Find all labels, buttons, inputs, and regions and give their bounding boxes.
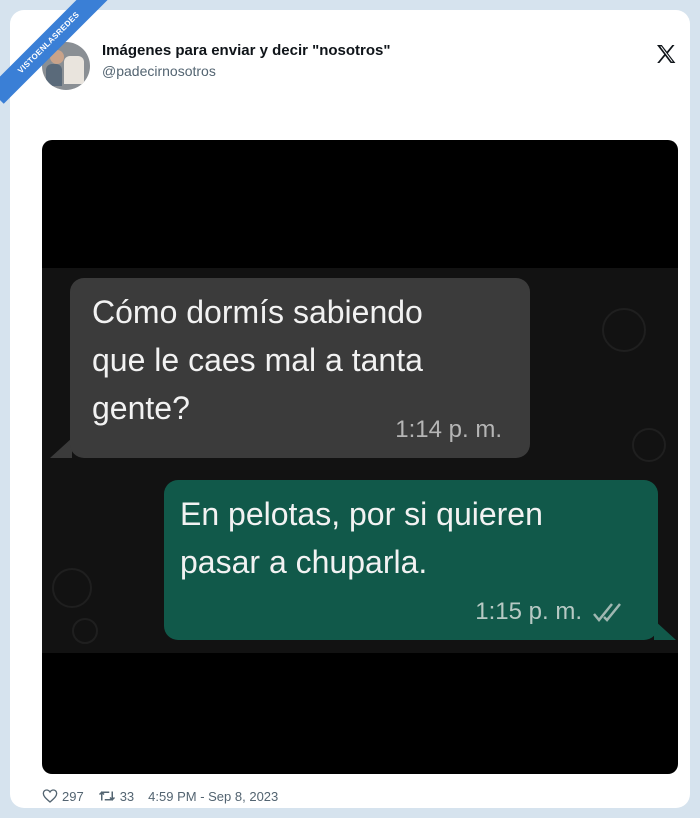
x-logo-icon[interactable] <box>654 42 678 66</box>
retweet-count: 33 <box>119 788 135 804</box>
watermark-ribbon: VISTOENLASREDES <box>0 0 110 104</box>
tweet-image[interactable]: Cómo dormís sabiendo que le caes mal a t… <box>42 140 678 774</box>
double-check-icon <box>593 603 621 622</box>
incoming-message-text: Cómo dormís sabiendo que le caes mal a t… <box>92 294 423 426</box>
incoming-bubble-tail <box>50 438 72 458</box>
tweet-timestamp[interactable]: 4:59 PM - Sep 8, 2023 <box>148 789 278 804</box>
incoming-message-time: 1:14 p. m. <box>395 416 502 443</box>
like-count: 297 <box>62 788 84 804</box>
outgoing-message-text: En pelotas, por si quieren pasar a chupa… <box>180 496 543 580</box>
retweet-button[interactable]: 33 <box>98 788 134 804</box>
heart-icon <box>42 789 58 803</box>
display-name[interactable]: Imágenes para enviar y decir "nosotros" <box>102 42 391 59</box>
tweet-footer: 297 33 4:59 PM - Sep 8, 2023 <box>42 786 278 806</box>
user-handle[interactable]: @padecirnosotros <box>102 63 216 79</box>
retweet-icon <box>98 791 115 801</box>
outgoing-message-bubble: En pelotas, por si quieren pasar a chupa… <box>164 480 658 640</box>
outgoing-message-time: 1:15 p. m. <box>475 598 582 625</box>
tweet-card: VISTOENLASREDES Imágenes para enviar y d… <box>0 0 690 808</box>
like-button[interactable]: 297 <box>42 788 84 804</box>
incoming-message-bubble: Cómo dormís sabiendo que le caes mal a t… <box>70 278 530 458</box>
